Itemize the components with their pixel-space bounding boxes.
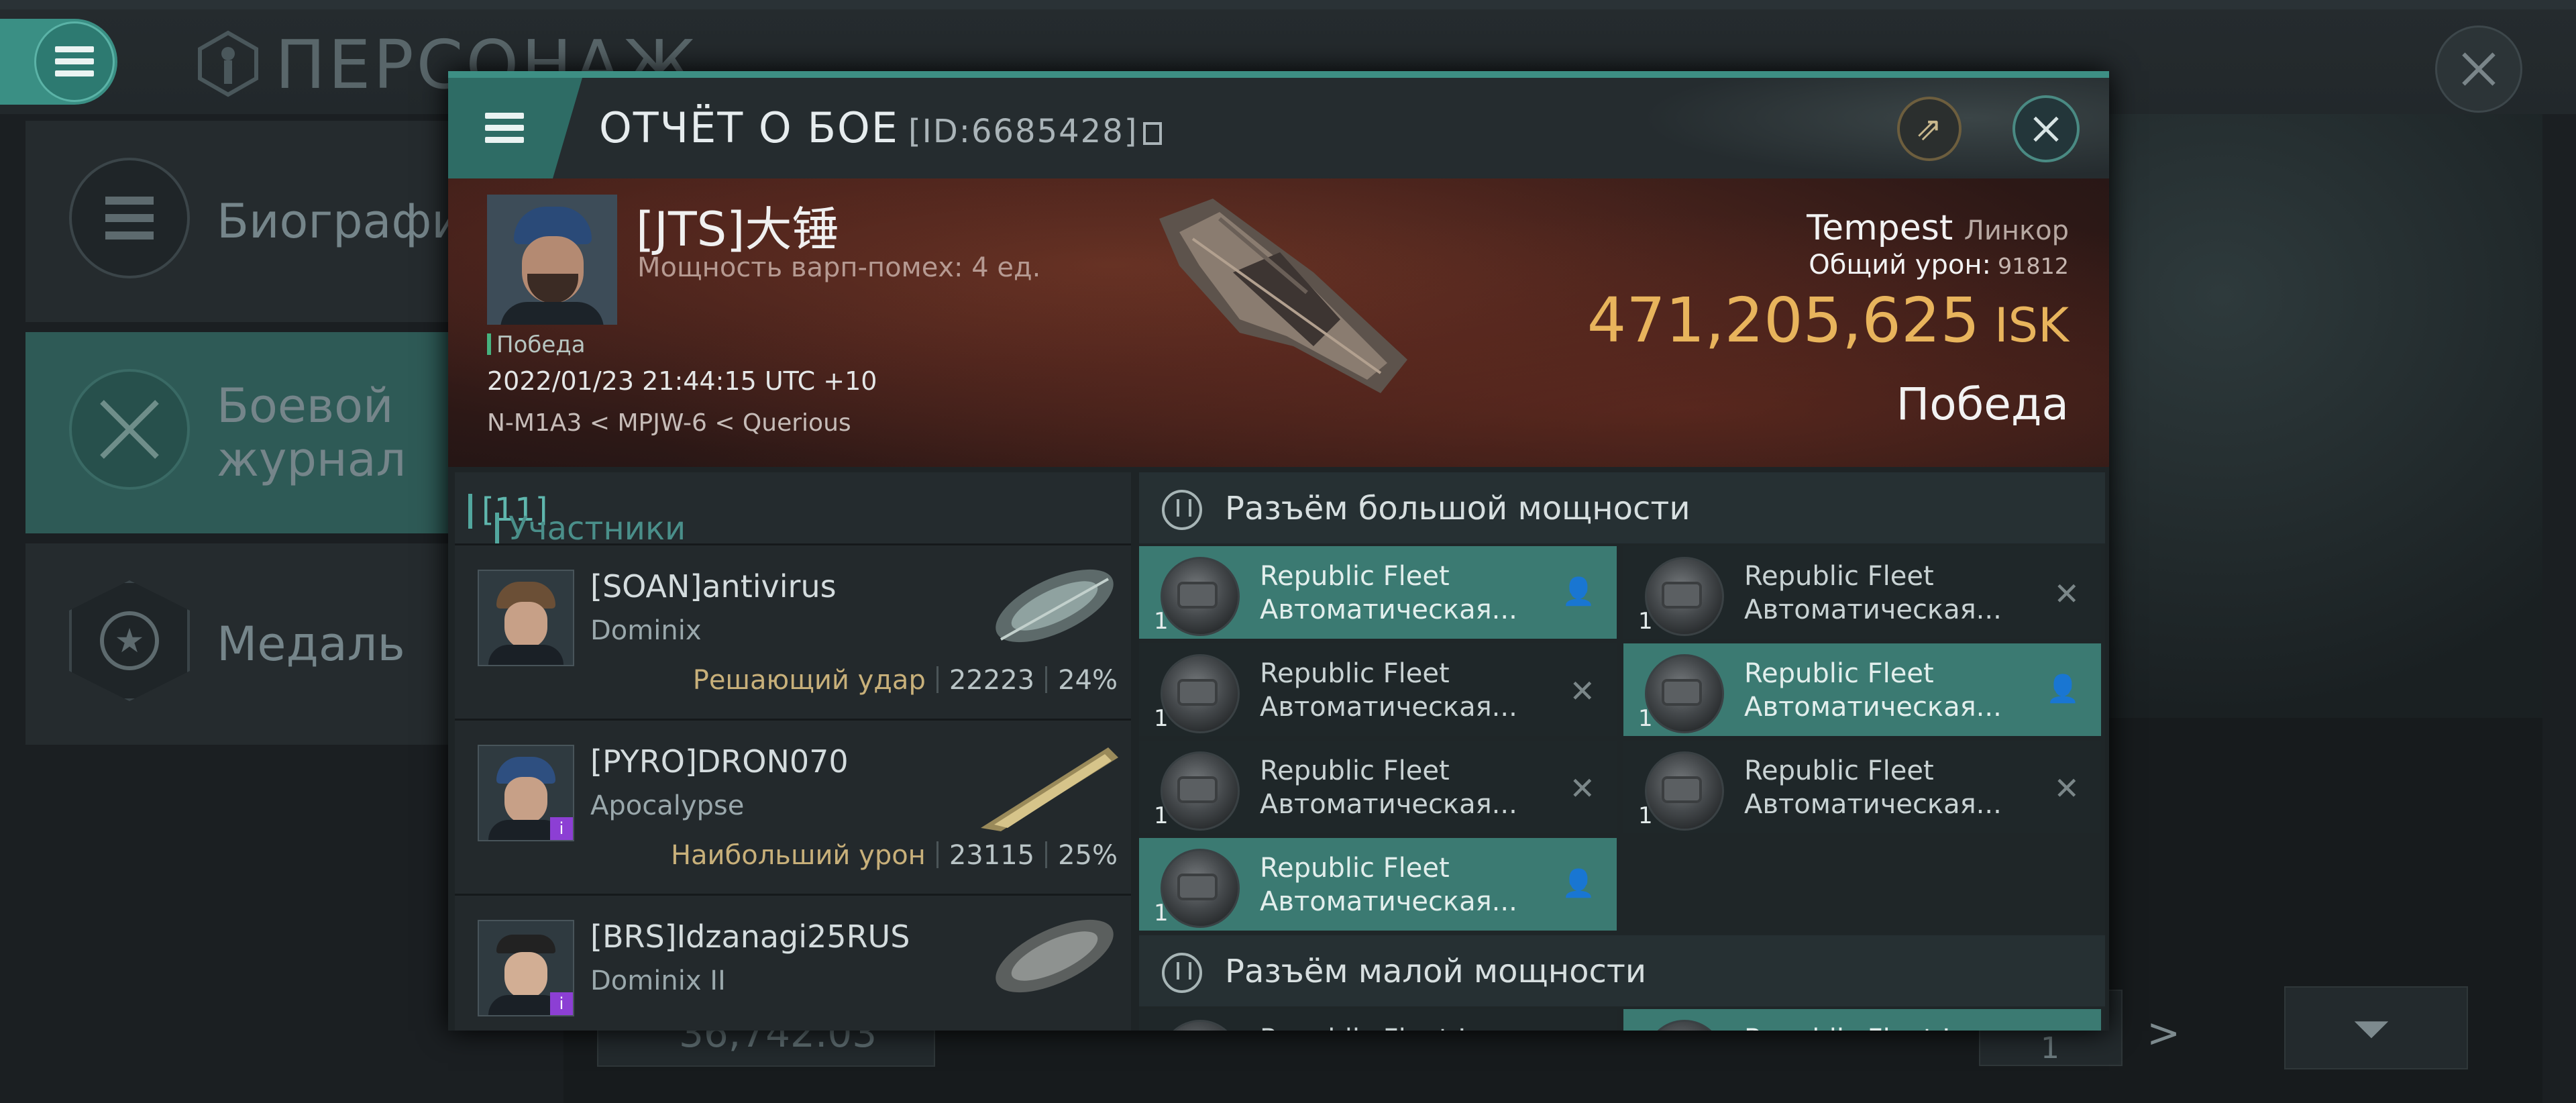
participants-panel: Участники [11] [SOAN]antivirus Dominix Р…	[455, 472, 1131, 1031]
total-damage: Общий урон: 91812	[1809, 250, 2069, 280]
participant-row[interactable]: i [PYRO]DRON070 Apocalypse Наибольший ур…	[455, 719, 1131, 894]
dropped-icon: 👤	[2046, 674, 2080, 704]
autocannon-icon	[1645, 751, 1724, 831]
ship-image	[981, 747, 1118, 831]
victim-ship-image[interactable]	[1139, 192, 1421, 413]
sidebar-item-medal[interactable]: ★ Медаль	[25, 543, 455, 745]
module-item[interactable]: 1 Republic Fleet Автоматическая... 👤	[1139, 546, 1617, 639]
sidebar-item-combat-log[interactable]: Боевой журнал	[25, 332, 455, 533]
location-route[interactable]: N-M1A3 < MPJW-6 < Querious	[487, 409, 851, 437]
page-close-button[interactable]	[2435, 25, 2522, 113]
autocannon-icon	[1645, 654, 1724, 733]
character-icon	[198, 30, 258, 97]
participant-stats: Решающий удар 22223 24%	[693, 665, 1118, 696]
high-slot-icon	[1162, 490, 1202, 530]
module-item[interactable]: Republic Fleet L...	[1623, 1009, 2101, 1031]
avatar[interactable]: i	[478, 745, 574, 841]
participant-name: [BRS]Idzanagi25RUS	[590, 918, 910, 955]
top-damage-tag: Наибольший урон	[670, 840, 926, 871]
report-id: [ID:6685428]	[908, 113, 1138, 150]
ship-image	[996, 569, 1114, 643]
participant-name: [PYRO]DRON070	[590, 743, 849, 780]
module-item[interactable]: 1 Republic Fleet Автоматическая... ✕	[1623, 741, 2101, 833]
isk-value: 471,205,625 ISK	[1587, 284, 2069, 356]
avatar[interactable]: i	[478, 920, 574, 1016]
destroyed-icon: ✕	[2053, 576, 2080, 612]
destroyed-icon: ✕	[1569, 673, 1595, 709]
damage-percent: 25%	[1058, 840, 1118, 871]
autocannon-icon	[1645, 557, 1724, 636]
autocannon-icon	[1161, 751, 1240, 831]
biography-icon	[69, 158, 190, 278]
participant-ship: Dominix	[590, 615, 702, 646]
participant-row[interactable]: i [BRS]Idzanagi25RUS Dominix II	[455, 894, 1131, 1031]
ship-image	[996, 919, 1114, 993]
share-button[interactable]: ⇗	[1897, 97, 1962, 161]
sidebar-item-biography[interactable]: Биография	[25, 121, 490, 322]
copy-icon[interactable]	[1143, 122, 1163, 145]
module-item[interactable]: 1 Republic Fleet Автоматическая... ✕	[1623, 546, 2101, 639]
autocannon-icon	[1161, 557, 1240, 636]
result-badge: Победа	[487, 331, 586, 358]
damage-percent: 24%	[1058, 665, 1118, 696]
participant-stats: Наибольший урон 23115 25%	[671, 840, 1118, 871]
high-slot-header: Разъём большой мощности	[1139, 472, 2105, 543]
participant-row[interactable]: [SOAN]antivirus Dominix Решающий удар 222…	[455, 543, 1131, 719]
menu-icon	[485, 113, 524, 144]
main-menu-button[interactable]	[0, 19, 117, 105]
next-page-button[interactable]: >	[2147, 1010, 2180, 1057]
module-item[interactable]: 1 Republic Fleet Автоматическая... 👤	[1623, 643, 2101, 736]
module-item[interactable]: 1 Republic Fleet Автоматическая... ✕	[1139, 643, 1617, 736]
victim-name[interactable]: [JTS]大锤	[636, 192, 839, 260]
autocannon-icon	[1161, 654, 1240, 733]
fitting-panel: Разъём большой мощности 1 Republic Fleet…	[1139, 472, 2105, 1031]
module-item[interactable]: Republic Fleet L...	[1139, 1009, 1617, 1031]
combat-log-icon	[69, 369, 190, 490]
share-icon: ⇗	[1915, 110, 1943, 148]
destroyed-icon: ✕	[1569, 770, 1595, 806]
info-badge: i	[550, 817, 573, 840]
module-icon	[1161, 1020, 1240, 1031]
timestamp: 2022/01/23 21:44:15 UTC +10	[487, 366, 877, 396]
warp-strength: Мощность варп-помех: 4 ед.	[637, 252, 1041, 283]
result-label: Победа	[1896, 378, 2069, 430]
victim-avatar[interactable]	[487, 195, 617, 325]
participants-header: Участники [11]	[455, 472, 1131, 547]
module-item[interactable]: 1 Republic Fleet Автоматическая... 👤	[1139, 838, 1617, 931]
damage-value: 23115	[949, 840, 1035, 871]
avatar[interactable]	[478, 570, 574, 666]
victim-banner: [JTS]大锤 Мощность варп-помех: 4 ед. Побед…	[448, 178, 2109, 467]
filter-button[interactable]	[2284, 986, 2468, 1069]
participant-name: [SOAN]antivirus	[590, 568, 837, 605]
close-button[interactable]	[2012, 95, 2080, 162]
destroyed-icon: ✕	[2053, 770, 2080, 806]
menu-icon	[34, 21, 115, 102]
participant-ship: Apocalypse	[590, 790, 745, 821]
damage-value: 22223	[949, 665, 1035, 696]
low-slot-icon	[1162, 953, 1202, 993]
sidebar-item-label: Боевой журнал	[217, 378, 407, 487]
low-slot-header: Разъём малой мощности	[1139, 935, 2105, 1006]
info-badge: i	[550, 992, 573, 1015]
combat-report-dialog: ОТЧЁТ О БОЕ [ID:6685428] ⇗ [JTS]大锤 Мощнос…	[448, 71, 2109, 1031]
module-icon	[1645, 1020, 1724, 1031]
dropped-icon: 👤	[1562, 576, 1595, 607]
medal-icon: ★	[69, 580, 190, 701]
final-blow-tag: Решающий удар	[692, 665, 926, 696]
dropped-icon: 👤	[1562, 868, 1595, 899]
participant-ship: Dominix II	[590, 965, 726, 996]
autocannon-icon	[1161, 849, 1240, 928]
dialog-title: ОТЧЁТ О БОЕ [ID:6685428]	[599, 103, 1163, 152]
module-item[interactable]: 1 Republic Fleet Автоматическая... ✕	[1139, 741, 1617, 833]
ship-name[interactable]: Tempest Линкор	[1807, 208, 2069, 248]
sidebar-item-label: Медаль	[217, 617, 405, 672]
